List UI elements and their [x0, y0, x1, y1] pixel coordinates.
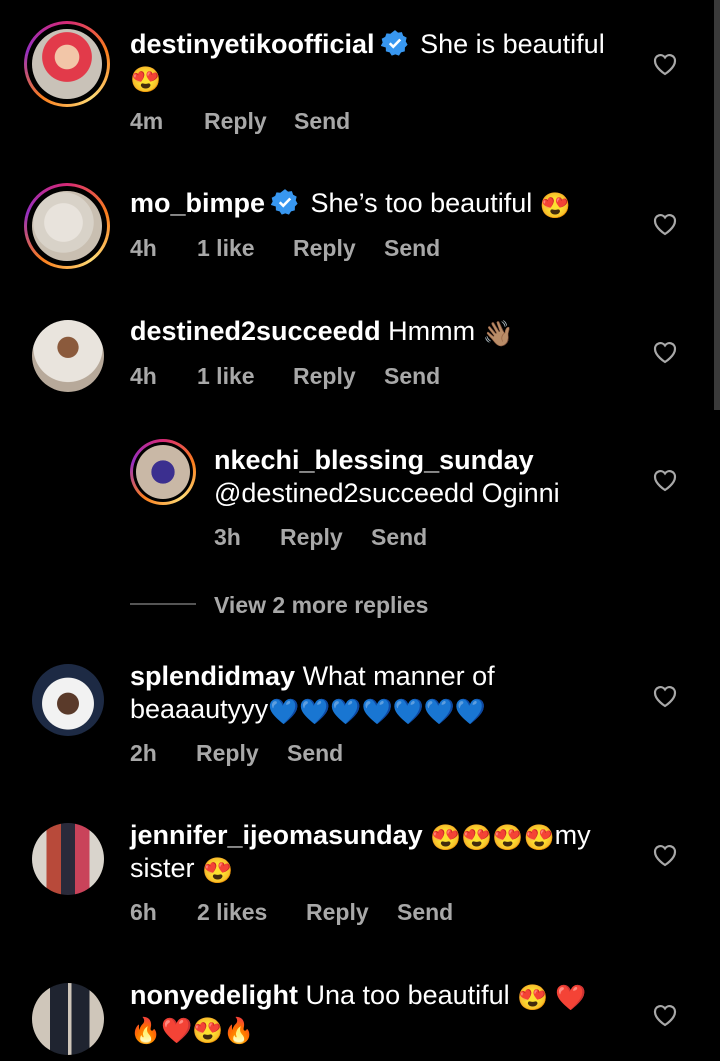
avatar	[32, 191, 102, 261]
username[interactable]: mo_bimpe	[130, 188, 265, 218]
comment-emoji: 😍	[539, 192, 571, 220]
reply-button[interactable]: Reply	[293, 363, 356, 390]
comment-emoji: 💙💙💙💙💙💙💙	[268, 698, 487, 726]
heart-icon[interactable]	[652, 1003, 678, 1027]
avatar	[32, 29, 102, 99]
replies-divider	[130, 603, 196, 605]
avatar-story-ring[interactable]	[24, 21, 110, 107]
heart-icon[interactable]	[652, 212, 678, 236]
username[interactable]: nkechi_blessing_sunday	[214, 445, 534, 475]
likes-count[interactable]: 2 likes	[197, 899, 267, 926]
send-button[interactable]: Send	[384, 235, 440, 262]
comment-time: 4h	[130, 363, 157, 389]
heart-icon[interactable]	[652, 340, 678, 364]
comment-time: 2h	[130, 740, 157, 766]
comment-time: 3h	[214, 524, 241, 550]
avatar[interactable]	[32, 983, 104, 1055]
send-button[interactable]: Send	[294, 108, 350, 135]
username[interactable]: jennifer_ijeomasunday	[130, 820, 423, 850]
send-button[interactable]: Send	[371, 524, 427, 551]
username[interactable]: splendidmay	[130, 661, 295, 691]
comment-time: 4m	[130, 108, 164, 134]
comment-text: Hmmm	[388, 316, 476, 346]
likes-count[interactable]: 1 like	[197, 363, 255, 390]
comment-text: Una too beautiful	[305, 980, 510, 1010]
comment-time: 4h	[130, 235, 157, 261]
comment-emoji: 😍	[130, 66, 162, 94]
username[interactable]: nonyedelight	[130, 980, 298, 1010]
reply-button[interactable]: Reply	[204, 108, 267, 135]
send-button[interactable]: Send	[384, 363, 440, 390]
reply-button[interactable]: Reply	[280, 524, 343, 551]
avatar[interactable]	[32, 823, 104, 895]
avatar[interactable]	[32, 320, 104, 392]
reply-button[interactable]: Reply	[306, 899, 369, 926]
comment-text: She is beautiful	[420, 29, 605, 59]
username[interactable]: destined2succeedd	[130, 316, 381, 346]
comment-text: She’s too beautiful	[310, 188, 533, 218]
verified-badge-icon	[380, 30, 408, 56]
comment-emoji: 😍	[202, 857, 234, 885]
comment-emoji: 😍😍😍😍	[430, 824, 555, 852]
scrollbar[interactable]	[714, 0, 720, 410]
reply-button[interactable]: Reply	[196, 740, 259, 767]
view-more-replies[interactable]: View 2 more replies	[214, 592, 428, 619]
comment-emoji: 🔥❤️😍🔥	[130, 1017, 255, 1045]
avatar-story-ring[interactable]	[130, 439, 196, 505]
likes-count[interactable]: 1 like	[197, 235, 255, 262]
verified-badge-icon	[271, 189, 298, 215]
comment-time: 6h	[130, 899, 157, 925]
reply-button[interactable]: Reply	[293, 235, 356, 262]
avatar	[136, 445, 190, 499]
comment-emoji: 👋🏽	[482, 320, 514, 348]
avatar-story-ring[interactable]	[24, 183, 110, 269]
heart-icon[interactable]	[652, 684, 678, 708]
heart-icon[interactable]	[652, 843, 678, 867]
avatar[interactable]	[32, 664, 104, 736]
heart-icon[interactable]	[652, 468, 678, 492]
send-button[interactable]: Send	[287, 740, 343, 767]
username[interactable]: destinyetikoofficial	[130, 29, 375, 59]
heart-icon[interactable]	[652, 52, 678, 76]
send-button[interactable]: Send	[397, 899, 453, 926]
comment-text: @destined2succeedd Oginni	[214, 478, 560, 508]
comment-emoji: 😍 ❤️	[517, 984, 587, 1012]
